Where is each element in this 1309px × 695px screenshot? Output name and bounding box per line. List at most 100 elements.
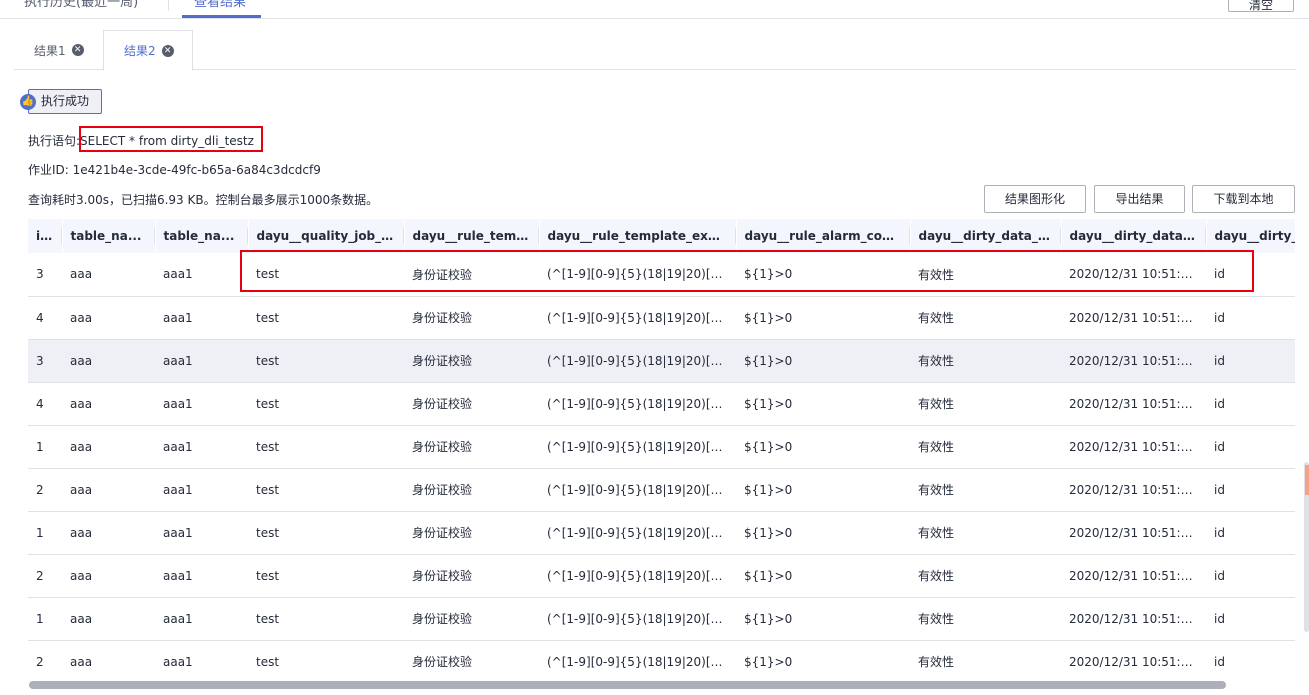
tab-result-2-label: 结果2 [124, 44, 156, 58]
table-cell: 2 [28, 554, 62, 598]
table-cell: (^[1-9][0-9]{5}(18|19|20)[0-9]... [539, 296, 736, 340]
table-cell: 身份证校验 [404, 554, 539, 598]
column-header[interactable]: dayu__quality_job_n... [248, 219, 405, 253]
table-cell: 身份证校验 [404, 511, 539, 555]
table-cell: id [1206, 554, 1295, 598]
table-cell: aaa1 [155, 296, 248, 340]
export-result-button[interactable]: 导出结果 [1094, 185, 1185, 213]
table-cell: aaa [62, 339, 155, 383]
column-header[interactable]: dayu__dirty_data_t... [1061, 219, 1207, 253]
tab-result-1[interactable]: 结果1 ✕ [14, 30, 102, 70]
table-row[interactable]: 1 aaa aaa1 test 身份证校验 (^[1-9][0-9]{5}(18|19|2… [28, 597, 1295, 641]
table-cell: 4 [28, 382, 62, 426]
table-row[interactable]: 2 aaa aaa1 test 身份证校验 (^[1-9][0-9]{5}(18|19|2… [28, 640, 1295, 679]
table-row[interactable]: 1 aaa aaa1 test 身份证校验 (^[1-9][0-9]{5}(18|19|2… [28, 425, 1295, 469]
table-cell: aaa [62, 511, 155, 555]
column-header[interactable]: table_na... [62, 219, 156, 253]
tab-divider [168, 0, 169, 11]
table-cell: 2 [28, 640, 62, 679]
table-cell: aaa1 [155, 511, 248, 555]
table-cell: (^[1-9][0-9]{5}(18|19|20)[0-9]... [539, 425, 736, 469]
table-cell: aaa [62, 382, 155, 426]
table-cell: aaa [62, 253, 155, 297]
table-cell: aaa1 [155, 640, 248, 679]
tab-view-results[interactable]: 查看结果 [194, 0, 246, 10]
table-cell: aaa [62, 597, 155, 641]
horizontal-scrollbar[interactable] [29, 681, 1226, 689]
table-cell: 2020/12/31 10:51:1... [1061, 597, 1206, 641]
table-cell: aaa1 [155, 382, 248, 426]
table-cell: aaa1 [155, 339, 248, 383]
column-header[interactable]: i... [28, 219, 63, 253]
table-cell: id [1206, 425, 1295, 469]
status-label: 执行成功 [41, 94, 90, 108]
column-header[interactable]: dayu__rule_template_expre... [539, 219, 737, 253]
table-cell: aaa1 [155, 253, 248, 297]
tab-execution-history[interactable]: 执行历史(最近一周) [24, 0, 138, 10]
table-cell: (^[1-9][0-9]{5}(18|19|20)[0-9]... [539, 640, 736, 679]
table-cell: aaa [62, 296, 155, 340]
table-cell: (^[1-9][0-9]{5}(18|19|20)[0-9]... [539, 597, 736, 641]
table-cell: id [1206, 382, 1295, 426]
table-row[interactable]: 2 aaa aaa1 test 身份证校验 (^[1-9][0-9]{5}(18|19|2… [28, 468, 1295, 512]
table-cell: 2020/12/31 10:51:1... [1061, 296, 1206, 340]
table-cell: ${1}>0 [736, 554, 910, 598]
table-cell: ${1}>0 [736, 425, 910, 469]
table-row[interactable]: 3 aaa aaa1 test 身份证校验 (^[1-9][0-9]{5}(18|19|2… [28, 253, 1295, 297]
table-cell: 身份证校验 [404, 640, 539, 679]
table-cell: 1 [28, 597, 62, 641]
table-row[interactable]: 2 aaa aaa1 test 身份证校验 (^[1-9][0-9]{5}(18|19|2… [28, 554, 1295, 598]
tab-result-2[interactable]: 结果2 ✕ [103, 30, 193, 71]
table-row[interactable]: 3 aaa aaa1 test 身份证校验 (^[1-9][0-9]{5}(18|19|2… [28, 339, 1295, 383]
table-cell: (^[1-9][0-9]{5}(18|19|20)[0-9]... [539, 253, 736, 297]
table-cell: id [1206, 640, 1295, 679]
table-cell: 有效性 [910, 511, 1061, 555]
table-cell: ${1}>0 [736, 511, 910, 555]
table-cell: ${1}>0 [736, 253, 910, 297]
vertical-scrollbar-thumb[interactable] [1305, 465, 1309, 495]
table-header-row: i... table_na... table_na... dayu__quality_… [28, 219, 1295, 253]
table-cell: ${1}>0 [736, 296, 910, 340]
job-id: 作业ID: 1e421b4e-3cde-49fc-b65a-6a84c3dcdc… [28, 163, 321, 177]
table-cell: aaa1 [155, 425, 248, 469]
table-cell: 有效性 [910, 425, 1061, 469]
table-cell: id [1206, 296, 1295, 340]
table-cell: id [1206, 339, 1295, 383]
table-cell: 有效性 [910, 382, 1061, 426]
column-header[interactable]: dayu__rule_alarm_cond... [736, 219, 911, 253]
close-icon[interactable]: ✕ [71, 44, 84, 56]
close-icon[interactable]: ✕ [161, 44, 174, 57]
column-header[interactable]: table_na... [155, 219, 249, 253]
table-cell: 有效性 [910, 468, 1061, 512]
column-header[interactable]: dayu__dirty_d [1206, 219, 1295, 253]
table-cell: 1 [28, 425, 62, 469]
column-header[interactable]: dayu__rule_temp... [404, 219, 540, 253]
thumbs-up-icon: 👍 [20, 94, 36, 110]
table-cell: ${1}>0 [736, 597, 910, 641]
table-cell: 2020/12/31 10:51:1... [1061, 253, 1206, 297]
table-cell: 身份证校验 [404, 425, 539, 469]
table-row[interactable]: 4 aaa aaa1 test 身份证校验 (^[1-9][0-9]{5}(18|19|2… [28, 296, 1295, 340]
table-cell: 2 [28, 468, 62, 512]
table-cell: id [1206, 597, 1295, 641]
table-row[interactable]: 4 aaa aaa1 test 身份证校验 (^[1-9][0-9]{5}(18|19|2… [28, 382, 1295, 426]
result-table: i... table_na... table_na... dayu__quality_… [28, 219, 1295, 679]
table-cell: 身份证校验 [404, 382, 539, 426]
table-cell: 2020/12/31 10:51:1... [1061, 511, 1206, 555]
table-cell: 2020/12/31 10:51:1... [1061, 339, 1206, 383]
table-cell: 有效性 [910, 640, 1061, 679]
table-cell: test [248, 554, 404, 598]
table-cell: (^[1-9][0-9]{5}(18|19|20)[0-9]... [539, 554, 736, 598]
download-local-button[interactable]: 下载到本地 [1192, 185, 1295, 213]
sql-prefix: 执行语句: [28, 134, 81, 148]
table-row[interactable]: 1 aaa aaa1 test 身份证校验 (^[1-9][0-9]{5}(18|19|2… [28, 511, 1295, 555]
table-cell: 2020/12/31 10:51:1... [1061, 425, 1206, 469]
visualize-result-button[interactable]: 结果图形化 [984, 185, 1086, 213]
clear-button[interactable]: 清空 [1228, 0, 1294, 12]
table-cell: test [248, 425, 404, 469]
table-cell: aaa [62, 468, 155, 512]
column-header[interactable]: dayu__dirty_data_st... [910, 219, 1062, 253]
table-cell: aaa [62, 640, 155, 679]
table-cell: 身份证校验 [404, 296, 539, 340]
table-cell: ${1}>0 [736, 468, 910, 512]
